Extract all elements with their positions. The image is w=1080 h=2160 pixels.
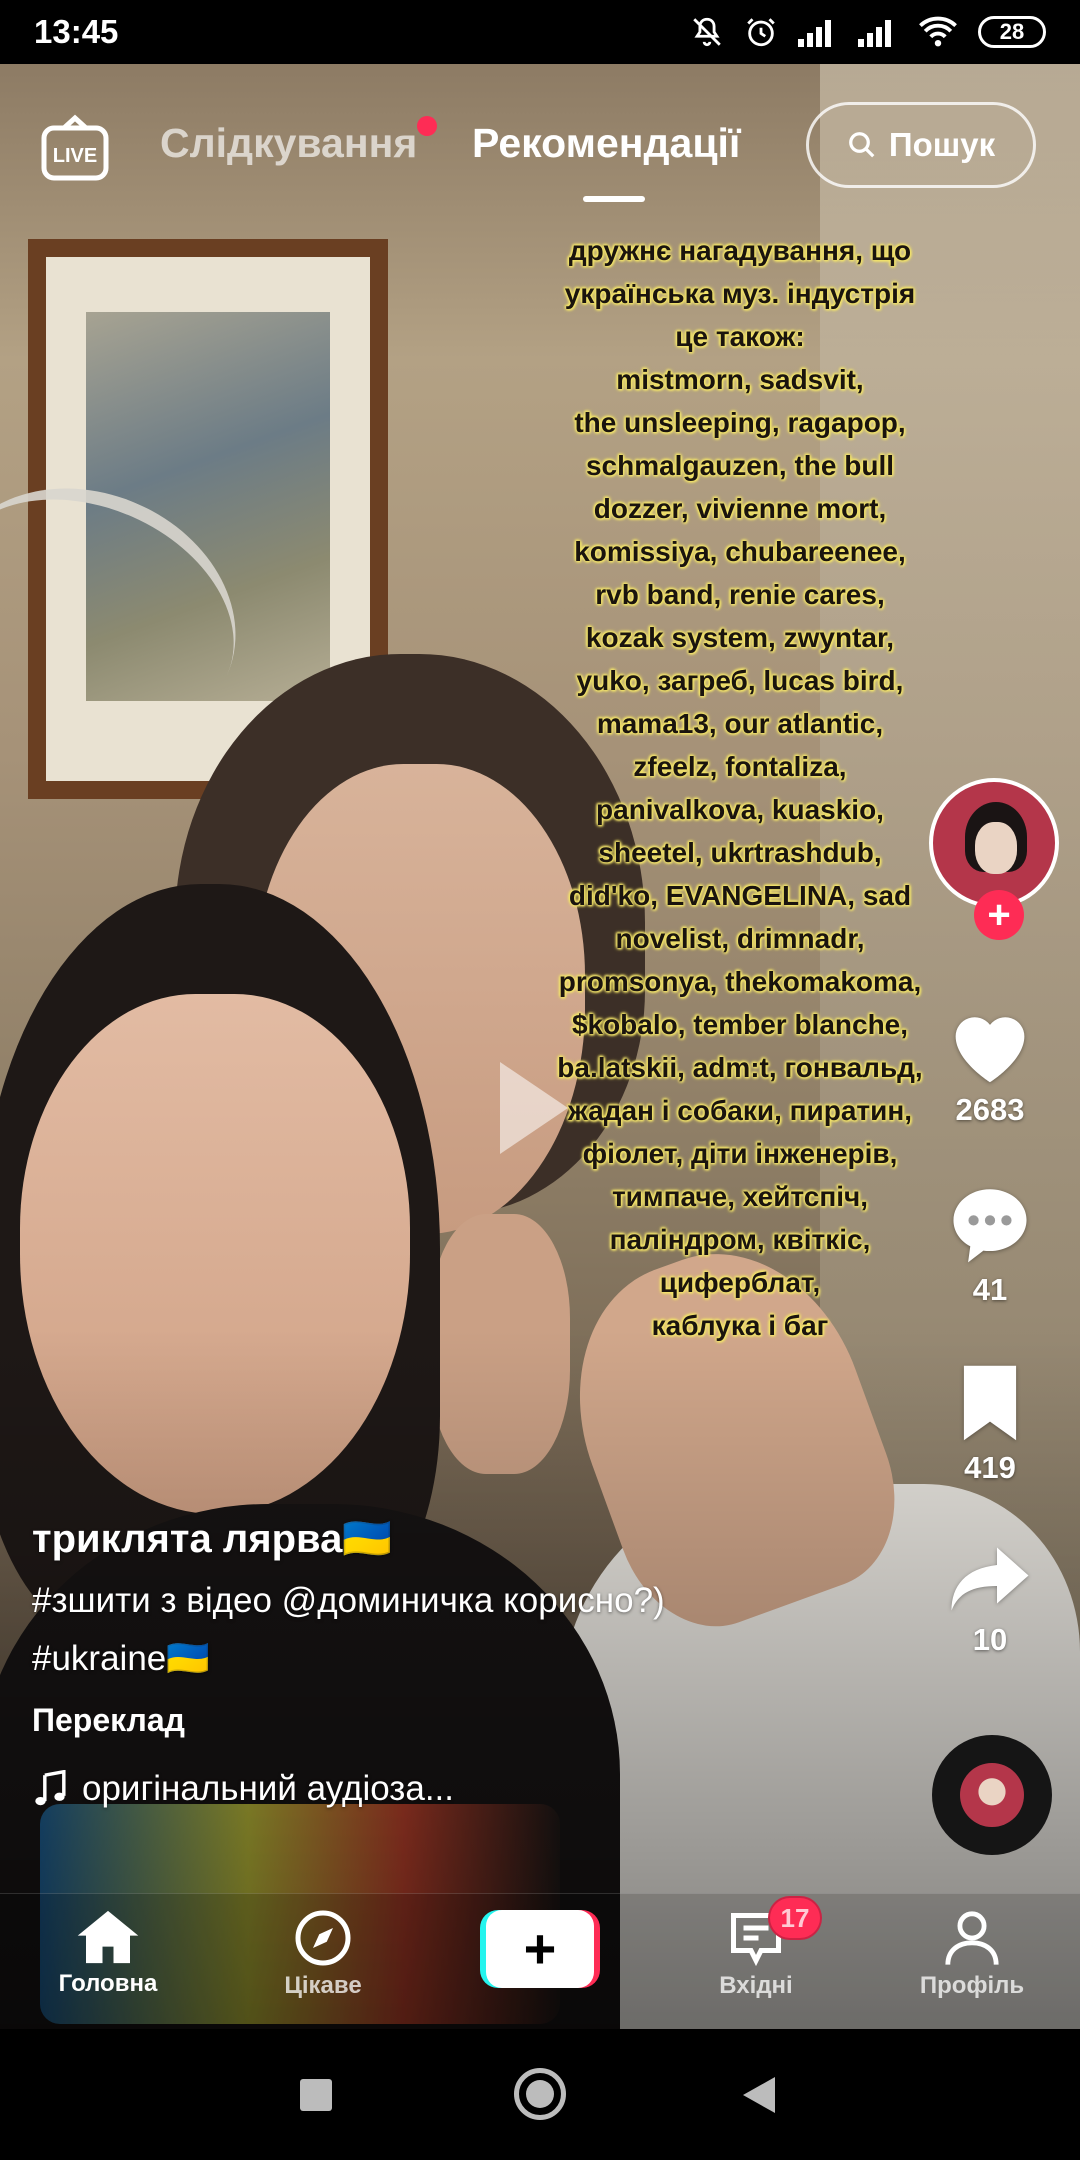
avatar[interactable] [929,778,1059,908]
alarm-icon [747,18,775,47]
signal-icon [798,20,831,47]
live-tv-icon: LIVE [41,114,109,181]
create-button[interactable]: + [480,1910,600,1988]
overlay-text-line: ba.latskii, adm:t, гонвальд, [557,1052,923,1083]
status-icons: 28 [690,15,1046,49]
overlay-text-line: mistmorn, sadsvit, [616,364,864,395]
overlay-text-line: sheetel, ukrtrashdub, [598,837,882,868]
share-count: 10 [972,1622,1008,1657]
back-button[interactable] [743,2077,775,2113]
new-content-dot [417,116,438,136]
overlay-text-line: паліндром, квіткіс, [609,1224,871,1255]
overlay-text-line: promsonya, thekomakoma, [558,966,922,997]
mute-bell-icon [693,17,721,47]
status-time: 13:45 [34,13,119,50]
overlay-text-line: mama13, our atlantic, [596,708,884,739]
recents-button[interactable] [300,2079,332,2111]
save-button[interactable]: 419 [920,1362,1060,1486]
compass-icon [295,1910,351,1966]
nav-discover[interactable]: Цікаве [243,1908,403,2000]
share-arrow-icon [951,1547,1029,1611]
battery-icon: 28 [978,16,1046,48]
inbox-badge: 17 [768,1896,822,1940]
search-icon [848,132,875,158]
overlay-text-line: фіолет, діти інженерів, [582,1138,898,1169]
translate-link[interactable]: Переклад [32,1702,852,1739]
search-label: Пошук [888,126,996,163]
comment-button[interactable]: 41 [920,1182,1060,1308]
description-line[interactable]: #зшити з відео @доминичка корисно?) [32,1572,852,1630]
play-icon[interactable] [500,1062,568,1154]
video-caption: триклята лярва🇺🇦 #зшити з відео @доминич… [32,1515,852,1809]
overlay-text-line: жадан і собаки, пиратин, [567,1095,913,1126]
creator-username[interactable]: триклята лярва🇺🇦 [32,1515,852,1562]
battery-level: 28 [999,19,1025,44]
signal-icon [858,20,891,47]
overlay-text-line: zfeelz, fontaliza, [633,751,847,782]
profile-icon [945,1911,999,1965]
wifi-icon [919,16,957,47]
overlay-text-line: komissiya, chubareenee, [574,536,906,567]
nav-inbox[interactable]: Вхідні 17 [676,1896,836,2000]
overlay-text-line: rvb band, renie cares, [595,579,885,610]
overlay-text-line: the unsleeping, ragapop, [574,407,906,438]
bookmark-icon [963,1365,1017,1441]
description-hashtag-line[interactable]: #ukraine🇺🇦 [32,1630,852,1688]
creator-avatar[interactable]: + [929,778,1059,940]
search-button[interactable]: Пошук [806,102,1036,188]
like-count: 2683 [955,1092,1025,1127]
live-button[interactable]: LIVE [40,114,110,184]
overlay-text-line: циферблат, [659,1267,821,1298]
nav-profile[interactable]: Профіль [892,1908,1052,2000]
active-tab-indicator [583,196,645,202]
save-count: 419 [964,1450,1016,1485]
overlay-text-line: дружнє нагадування, що [568,235,912,266]
tab-for-you[interactable]: Рекомендації [472,120,740,167]
nav-home[interactable]: Головна [28,1908,188,1998]
home-system-button[interactable] [514,2068,566,2120]
overlay-text-line: dozzer, vivienne mort, [593,493,887,524]
bottom-nav: Головна Цікаве + Вхідні 17 Профіль [0,1893,1080,2029]
sound-title: оригінальний аудіоза... [82,1769,454,1808]
overlay-text-line: тимпаче, хейтспіч, [611,1181,869,1212]
overlay-text-line: yuko, загреб, lucas bird, [576,665,904,696]
status-bar: 13:45 28 [0,0,1080,64]
share-button[interactable]: 10 [920,1542,1060,1658]
overlay-text-line: $kobalo, tember blanche, [571,1009,909,1040]
overlay-text-line: panivalkova, kuaskio, [596,794,884,825]
video-description: #зшити з відео @доминичка корисно?) #ukr… [32,1572,852,1688]
home-icon [77,1910,139,1964]
overlay-text-line: це також: [675,321,805,352]
tab-for-you-label: Рекомендації [472,120,741,166]
overlay-text-line: українська муз. індустрія [564,278,916,309]
system-nav-bar [0,2029,1080,2160]
nav-discover-label: Цікаве [284,1972,362,1999]
nav-profile-label: Профіль [919,1972,1025,1999]
overlay-text-line: novelist, drimnadr, [615,923,865,954]
sound-link[interactable]: оригінальний аудіоза... [32,1769,852,1809]
music-note-icon [35,1770,66,1806]
music-disc-avatar [960,1763,1024,1827]
top-nav: LIVE Слідкування Рекомендації Пошук [0,64,1080,224]
nav-home-label: Головна [58,1970,158,1997]
comment-count: 41 [972,1272,1008,1307]
follow-plus-button[interactable]: + [974,890,1024,940]
overlay-text-line: kozak system, zwyntar, [585,622,895,653]
heart-icon [955,1017,1025,1083]
like-button[interactable]: 2683 [920,1002,1060,1128]
live-label: LIVE [53,145,97,167]
overlay-text-line: schmalgauzen, the bull [585,450,895,481]
plus-icon: + [486,1910,594,1988]
overlay-text-line: did'ko, EVANGELINA, sad [568,880,912,911]
tab-following[interactable]: Слідкування [160,116,438,167]
overlay-text-line: каблука і баг [651,1310,829,1341]
tab-following-label: Слідкування [160,120,418,166]
video-overlay-text: дружнє нагадування, що українська муз. ін… [500,229,980,1347]
nav-inbox-label: Вхідні [719,1972,793,1999]
comment-icon [953,1189,1027,1263]
music-disc[interactable] [932,1735,1052,1855]
